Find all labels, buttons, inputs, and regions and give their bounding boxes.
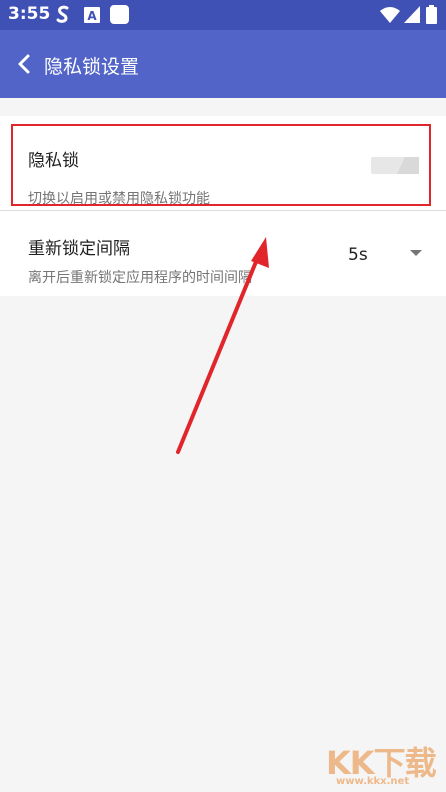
watermark-url: www.kkx.net [336, 776, 410, 787]
annotation-arrow [176, 237, 269, 454]
